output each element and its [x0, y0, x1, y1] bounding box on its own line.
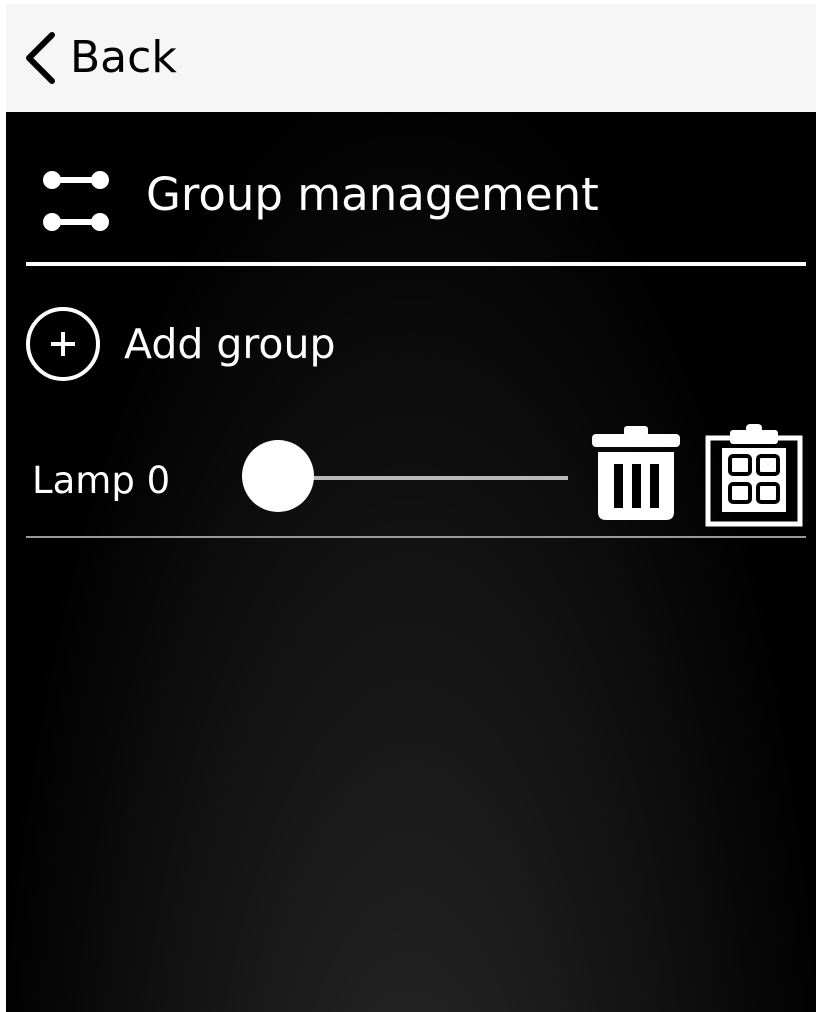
group-link-icon — [43, 171, 109, 231]
back-button[interactable]: Back — [24, 30, 177, 86]
plus-circle-icon — [26, 307, 100, 381]
trash-icon[interactable] — [586, 424, 686, 524]
clipboard-grid-icon[interactable] — [702, 424, 806, 528]
group-name-label: Lamp 0 — [32, 459, 171, 502]
slider-thumb[interactable] — [242, 440, 314, 512]
add-group-label: Add group — [124, 319, 336, 368]
page-header: Group management — [6, 112, 816, 266]
top-bar: Back — [6, 4, 816, 112]
page-title: Group management — [146, 168, 599, 221]
main-content: Group management Add group Lamp 0 — [6, 112, 816, 1012]
slider-track — [278, 476, 568, 480]
chevron-left-icon — [26, 32, 55, 84]
back-label: Back — [70, 32, 177, 83]
app-screen: Back Group management Add group Lamp 0 — [6, 4, 816, 1012]
list-item: Lamp 0 — [6, 422, 816, 542]
title-divider — [26, 262, 806, 266]
add-group-button[interactable]: Add group — [24, 307, 336, 381]
row-divider — [26, 536, 806, 538]
brightness-slider[interactable] — [242, 440, 568, 516]
